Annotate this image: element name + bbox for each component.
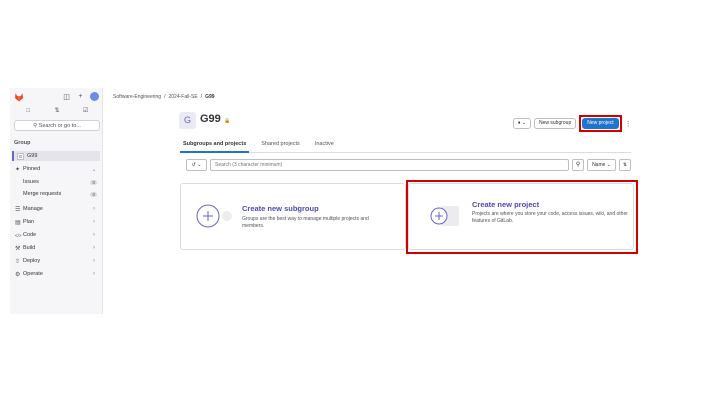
- sidebar-item-label: Build: [23, 245, 36, 251]
- notification-dropdown[interactable]: ♦ ⌄: [513, 118, 531, 129]
- sidebar-item-code[interactable]: </> Code ›: [12, 230, 100, 240]
- merge-requests-icon[interactable]: ⇅: [45, 107, 69, 116]
- sort-direction-icon: ⇅: [622, 162, 628, 168]
- search-icon: ⚲: [33, 123, 38, 129]
- chevron-down-icon: ⌄: [197, 162, 202, 168]
- chevron-right-icon: ›: [93, 206, 95, 212]
- more-actions-icon[interactable]: ⋮: [625, 120, 632, 128]
- search-icon: ⚲: [575, 162, 581, 168]
- highlight-new-project: New project: [579, 115, 622, 132]
- count-badge: 0: [90, 179, 97, 185]
- sidebar-item-label: Pinned: [23, 166, 41, 172]
- visibility-icon: 🔒: [224, 118, 231, 124]
- breadcrumb-current[interactable]: G99: [205, 94, 214, 100]
- highlight-create-project: [406, 180, 638, 254]
- build-icon: ⚒: [15, 245, 21, 252]
- chevron-right-icon: ›: [93, 271, 95, 277]
- sidebar-item-label: G99: [27, 153, 38, 159]
- sidebar-item-pinned[interactable]: ✦ Pinned ⌄: [12, 164, 100, 174]
- deploy-icon: ⇧: [15, 258, 21, 265]
- subgroup-illustration-icon: [196, 204, 232, 228]
- breadcrumb: Software-Engineering / 2024-Fall-SE / G9…: [113, 94, 215, 100]
- search-history-dropdown[interactable]: ↺ ⌄: [186, 159, 207, 171]
- page-title: G99: [200, 113, 221, 125]
- chevron-down-icon: ⌄: [521, 120, 527, 126]
- manage-icon: ☰: [15, 206, 21, 213]
- gitlab-logo-icon[interactable]: [14, 92, 24, 102]
- new-project-button[interactable]: New project: [582, 118, 619, 129]
- chevron-right-icon: ›: [93, 245, 95, 251]
- sort-direction-button[interactable]: ⇅: [619, 159, 631, 171]
- count-badge: 0: [90, 191, 97, 197]
- group-avatar: G: [179, 112, 196, 129]
- pin-icon: ✦: [15, 166, 21, 173]
- tab-shared-projects[interactable]: Shared projects: [258, 139, 303, 153]
- create-subgroup-card[interactable]: Create new subgroup Groups are the best …: [180, 183, 406, 250]
- search-input[interactable]: [210, 159, 570, 171]
- sidebar-item-merge-requests[interactable]: Merge requests 0: [12, 189, 100, 199]
- sidebar-item-label: Manage: [23, 206, 43, 212]
- header-actions: ♦ ⌄ New subgroup New project ⋮: [513, 115, 632, 132]
- plan-icon: ▤: [15, 219, 21, 226]
- card-title: Create new subgroup: [242, 204, 319, 213]
- sidebar-item-label: Plan: [23, 219, 35, 225]
- sidebar-item-label: Deploy: [23, 258, 41, 264]
- sidebar-search-label: Search or go to...: [38, 123, 81, 129]
- filter-row: ↺ ⌄ ⚲ Name ⌄ ⇅: [186, 159, 631, 171]
- sort-dropdown[interactable]: Name ⌄: [587, 159, 616, 171]
- sidebar-item-operate[interactable]: ⚙ Operate ›: [12, 269, 100, 279]
- sidebar-search-button[interactable]: ⚲ Search or go to...: [14, 120, 100, 131]
- tabs: Subgroups and projects Shared projects I…: [180, 139, 631, 153]
- sidebar-item-label: Code: [23, 232, 37, 238]
- todo-icon[interactable]: ☑: [74, 107, 98, 116]
- sort-label: Name: [592, 162, 606, 168]
- chevron-down-icon: ⌄: [91, 166, 97, 173]
- sidebar-item-deploy[interactable]: ⇧ Deploy ›: [12, 256, 100, 266]
- sidebar-item-label: Merge requests: [23, 191, 62, 197]
- issues-icon[interactable]: □: [16, 107, 40, 116]
- sidebar-item-label: Operate: [23, 271, 43, 277]
- breadcrumb-separator: /: [164, 94, 166, 100]
- group-badge: G: [17, 152, 24, 160]
- sidebar-item-plan[interactable]: ▤ Plan ›: [12, 217, 100, 227]
- chevron-right-icon: ›: [93, 219, 95, 225]
- tab-subgroups-and-projects[interactable]: Subgroups and projects: [180, 139, 250, 153]
- breadcrumb-separator: /: [200, 94, 203, 100]
- sidebar-toggle-icon[interactable]: ◫: [62, 92, 71, 101]
- new-subgroup-button[interactable]: New subgroup: [534, 118, 577, 129]
- sidebar: ◫ + □ ⇅ ☑ ⚲ Search or go to... Group G G…: [10, 88, 103, 314]
- chevron-right-icon: ›: [93, 258, 95, 264]
- chevron-right-icon: ›: [93, 232, 95, 238]
- sidebar-tools: □ ⇅ ☑: [14, 107, 100, 116]
- chevron-down-icon: ⌄: [606, 162, 611, 168]
- sidebar-item-issues[interactable]: Issues 0: [12, 177, 100, 187]
- breadcrumb-link[interactable]: Software-Engineering: [113, 94, 161, 100]
- breadcrumb-link[interactable]: 2024-Fall-SE: [168, 94, 197, 100]
- sidebar-item-build[interactable]: ⚒ Build ›: [12, 243, 100, 253]
- sidebar-header: ◫ +: [10, 88, 103, 106]
- sidebar-section-label: Group: [14, 140, 31, 146]
- sidebar-item-manage[interactable]: ☰ Manage ›: [12, 204, 100, 214]
- history-icon: ↺: [191, 162, 196, 168]
- tab-inactive[interactable]: Inactive: [312, 139, 337, 153]
- plus-icon[interactable]: +: [76, 92, 85, 101]
- user-avatar[interactable]: [90, 92, 99, 101]
- bell-icon: ♦: [517, 120, 521, 126]
- operate-icon: ⚙: [15, 271, 21, 278]
- app-frame: ◫ + □ ⇅ ☑ ⚲ Search or go to... Group G G…: [10, 88, 710, 314]
- code-icon: </>: [15, 232, 22, 238]
- search-button[interactable]: ⚲: [572, 159, 585, 171]
- sidebar-item-label: Issues: [23, 179, 39, 185]
- sidebar-item-group[interactable]: G G99: [12, 151, 100, 161]
- card-description: Groups are the best way to manage multip…: [242, 216, 369, 229]
